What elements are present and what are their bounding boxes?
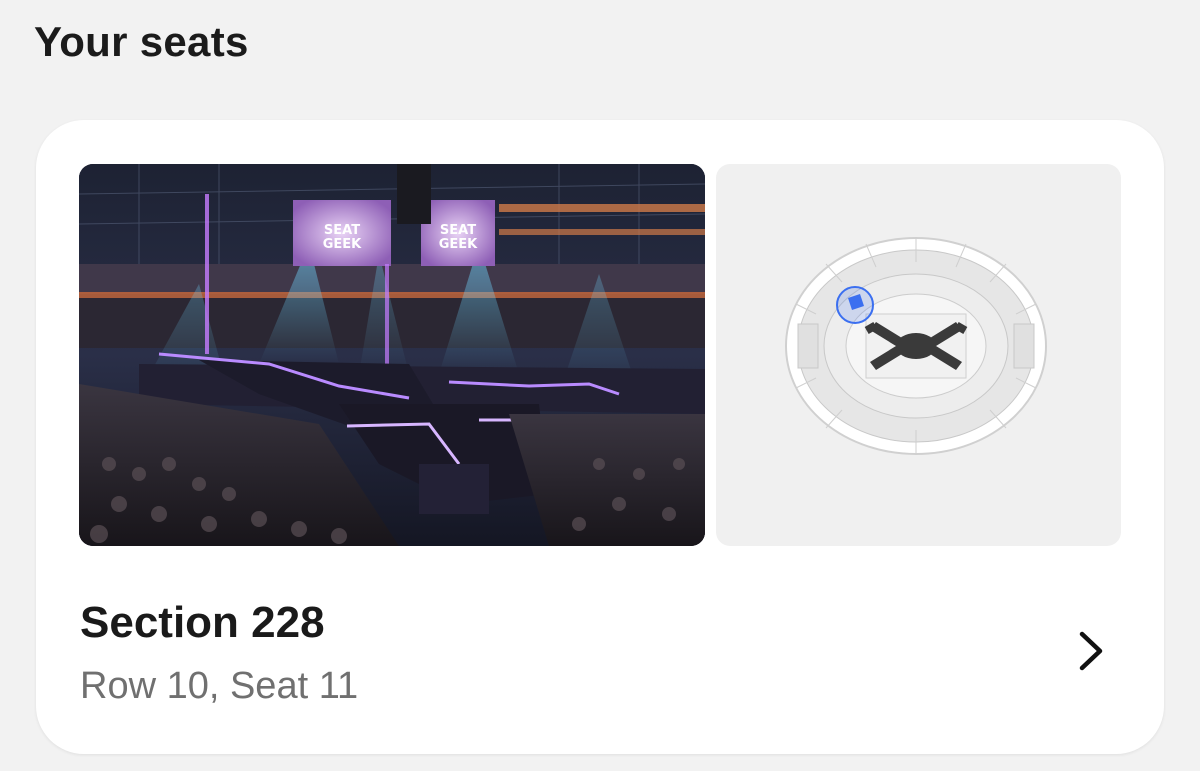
view-from-seat-image: SEAT GEEK SEAT GEEK <box>79 164 705 546</box>
page-title: Your seats <box>34 18 249 65</box>
svg-text:SEAT: SEAT <box>324 223 360 238</box>
seats-page: Your seats SEAT GEEK SEAT GEEK Section 2… <box>0 0 1200 771</box>
svg-text:GEEK: GEEK <box>323 237 362 252</box>
row-seat-label: Row 10, Seat 11 <box>80 665 359 707</box>
svg-text:SEAT: SEAT <box>440 223 476 238</box>
seat-card[interactable]: SEAT GEEK SEAT GEEK Section 228 Row 10, … <box>36 120 1164 754</box>
section-label: Section 228 <box>80 598 325 647</box>
stadium-seat-map-icon <box>716 164 1121 546</box>
svg-text:GEEK: GEEK <box>439 237 478 252</box>
chevron-right-icon[interactable] <box>1072 626 1112 676</box>
